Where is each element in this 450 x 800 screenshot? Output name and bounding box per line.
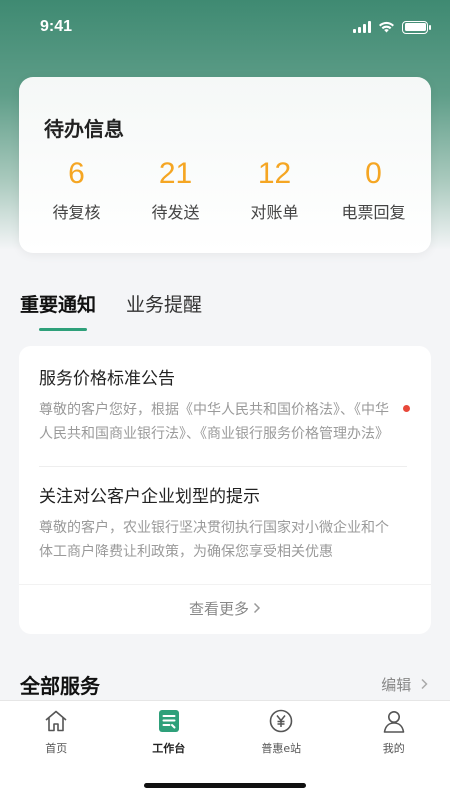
view-more-link[interactable]: 查看更多 (19, 598, 431, 619)
all-services-title: 全部服务 (20, 674, 100, 698)
all-services-header: 全部服务 编辑 (20, 670, 430, 699)
home-indicator (144, 783, 306, 788)
tabbar-item-mine[interactable]: 我的 (338, 707, 450, 756)
edit-label: 编辑 (381, 676, 412, 694)
tabbar-item-workbench[interactable]: 工作台 (113, 707, 226, 756)
todo-stat-e-bill-reply[interactable]: 0 电票回复 (324, 157, 423, 223)
todo-label: 电票回复 (341, 203, 406, 222)
divider (39, 466, 407, 467)
divider (19, 584, 431, 585)
tabbar-label: 我的 (382, 742, 405, 755)
active-tab-indicator (39, 328, 87, 331)
notice-card: 服务价格标准公告 尊敬的客户您好，根据《中华人民共和国价格法》、《中华人民共和国… (19, 346, 431, 634)
todo-stats: 6 待复核 21 待发送 12 对账单 0 电票回复 (27, 157, 423, 223)
todo-count: 12 (257, 157, 292, 190)
chevron-right-icon (253, 602, 261, 614)
tabbar-item-home[interactable]: 首页 (0, 707, 113, 756)
yuan-icon (267, 707, 295, 735)
todo-label: 待复核 (52, 203, 101, 222)
tab-label: 重要通知 (20, 294, 97, 316)
notice-title: 关注对公客户企业划型的提示 (39, 487, 260, 507)
tabbar-item-puhui-station[interactable]: 普惠e站 (225, 707, 338, 756)
notice-item[interactable]: 服务价格标准公告 尊敬的客户您好，根据《中华人民共和国价格法》、《中华人民共和国… (39, 366, 411, 446)
notice-title: 服务价格标准公告 (39, 369, 175, 389)
status-bar: 9:41 (0, 0, 450, 54)
notice-summary: 尊敬的客户您好，根据《中华人民共和国价格法》、《中华人民共和国商业银行法》、《商… (39, 402, 389, 442)
workbench-icon (155, 707, 183, 735)
home-icon (42, 707, 70, 735)
notice-tabs: 重要通知 业务提醒 (20, 290, 202, 331)
todo-card: 待办信息 6 待复核 21 待发送 12 对账单 0 电票回复 (19, 77, 431, 253)
notice-summary: 尊敬的客户，农业银行坚决贯彻执行国家对小微企业和个体工商户降费让利政策，为确保您… (39, 520, 389, 560)
signal-icon (353, 21, 371, 33)
todo-label: 待发送 (151, 203, 200, 222)
status-time: 9:41 (40, 18, 73, 35)
chevron-right-icon (421, 678, 428, 690)
view-more-label: 查看更多 (188, 600, 249, 618)
wifi-icon (379, 21, 394, 33)
edit-services-link[interactable]: 编辑 (381, 674, 430, 695)
todo-stat-pending-review[interactable]: 6 待复核 (27, 157, 126, 223)
notice-item[interactable]: 关注对公客户企业划型的提示 尊敬的客户，农业银行坚决贯彻执行国家对小微企业和个体… (39, 484, 411, 564)
todo-count: 6 (68, 157, 85, 190)
tabbar-label: 普惠e站 (261, 742, 302, 755)
battery-icon (402, 20, 431, 34)
todo-count: 21 (158, 157, 193, 190)
tab-label: 业务提醒 (126, 294, 203, 316)
todo-stat-statement[interactable]: 12 对账单 (225, 157, 324, 223)
todo-label: 对账单 (250, 203, 299, 222)
tabbar-label: 工作台 (152, 742, 186, 755)
todo-stat-pending-send[interactable]: 21 待发送 (126, 157, 225, 223)
unread-dot (403, 405, 410, 412)
tab-business-reminder[interactable]: 业务提醒 (126, 290, 202, 331)
todo-count: 0 (365, 157, 382, 190)
tab-important-notice[interactable]: 重要通知 (20, 290, 96, 331)
tabbar-label: 首页 (45, 742, 68, 755)
status-icons (353, 20, 431, 34)
todo-title: 待办信息 (44, 117, 124, 141)
user-icon (380, 707, 408, 735)
